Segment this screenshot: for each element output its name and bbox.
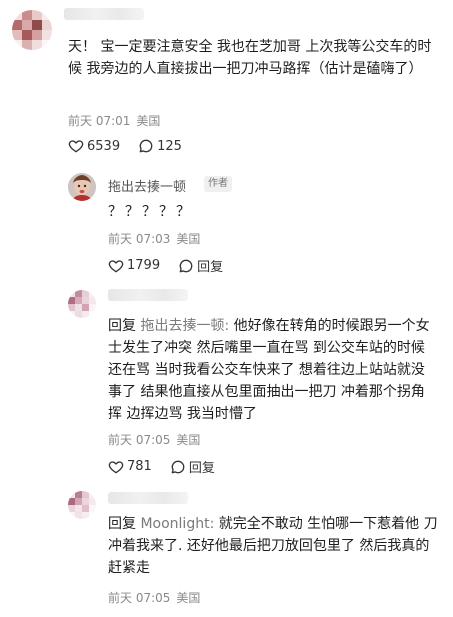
comment-item: 天！ 宝一定要注意安全 我也在芝加哥 上次我等公交车的时候 我旁边的人直接拔出一…: [0, 0, 453, 165]
reply-text: ？？？？？: [108, 204, 193, 220]
comment-actions: 6539 125: [68, 138, 200, 154]
reply-button[interactable]: 回复: [178, 256, 223, 275]
like-count: 6539: [87, 138, 121, 154]
reply-meta: 前天 07:03 美国: [108, 230, 200, 247]
reply-item: 回复 Moonlight: 就完全不敢动 生怕哪一下惹着他 刀冲着我来了. 还好…: [0, 485, 453, 617]
comment-date: 前天 07:01: [68, 114, 131, 128]
avatar-portrait: [68, 173, 96, 201]
reply-date: 前天 07:05: [108, 591, 171, 605]
reply-count-button[interactable]: 125: [138, 138, 182, 154]
avatar-mosaic: [12, 10, 52, 50]
reply-item: 拖出去揍一顿 作者 ？？？？？ 前天 07:03 美国 1799 回复: [0, 165, 453, 285]
comment-meta: 前天 07:01 美国: [68, 112, 160, 129]
reply-username[interactable]: 拖出去揍一顿: [108, 176, 186, 195]
comment-text: 天！ 宝一定要注意安全 我也在芝加哥 上次我等公交车的时候 我旁边的人直接拔出一…: [68, 39, 432, 77]
username-redacted: [108, 492, 188, 504]
reply-actions: 1799 回复: [108, 256, 241, 275]
author-avatar[interactable]: [68, 173, 96, 201]
speech-bubble-icon: [171, 460, 185, 473]
author-badge: 作者: [204, 176, 232, 192]
like-count: 781: [127, 459, 152, 474]
avatar-mosaic: [68, 491, 96, 519]
reply-location: 美国: [176, 591, 201, 605]
avatar[interactable]: [12, 10, 52, 50]
reply-label: 回复: [188, 461, 215, 476]
reply-text: 回复 Moonlight: 就完全不敢动 生怕哪一下惹着他 刀冲着我来了. 还好…: [108, 513, 438, 579]
reply-actions: 781 回复: [108, 457, 233, 476]
reply-meta: 前天 07:05 美国: [108, 589, 200, 606]
heart-outline-icon: [68, 140, 84, 153]
reply-prefix: 回复: [108, 516, 136, 532]
avatar[interactable]: [68, 491, 96, 519]
reply-location: 美国: [176, 232, 201, 246]
username-redacted: [108, 289, 188, 301]
reply-count: 125: [157, 138, 182, 154]
reply-prefix: 回复: [108, 318, 136, 334]
username-redacted: [64, 8, 144, 20]
reply-label: 回复: [197, 260, 224, 275]
like-count: 1799: [127, 258, 161, 273]
reply-item: 回复 拖出去揍一顿: 他好像在转角的时候跟另一个女士发生了冲突 然后嘴里一直在骂…: [0, 285, 453, 485]
reply-target-user[interactable]: Moonlight:: [140, 516, 214, 532]
speech-bubble-icon: [179, 259, 193, 272]
reply-button[interactable]: 回复: [170, 457, 215, 476]
like-button[interactable]: 781: [108, 459, 152, 475]
reply-target-user[interactable]: 拖出去揍一顿:: [140, 318, 229, 334]
like-button[interactable]: 6539: [68, 138, 120, 154]
speech-bubble-icon: [139, 139, 153, 153]
heart-outline-icon: [108, 460, 124, 473]
avatar-mosaic: [68, 290, 96, 318]
reply-meta: 前天 07:05 美国: [108, 431, 200, 448]
reply-location: 美国: [176, 433, 201, 447]
like-button[interactable]: 1799: [108, 258, 160, 274]
reply-text: 回复 拖出去揍一顿: 他好像在转角的时候跟另一个女士发生了冲突 然后嘴里一直在骂…: [108, 315, 438, 425]
comment-location: 美国: [136, 114, 161, 128]
reply-date: 前天 07:03: [108, 232, 171, 246]
heart-outline-icon: [108, 259, 124, 272]
avatar[interactable]: [68, 290, 96, 318]
reply-date: 前天 07:05: [108, 433, 171, 447]
